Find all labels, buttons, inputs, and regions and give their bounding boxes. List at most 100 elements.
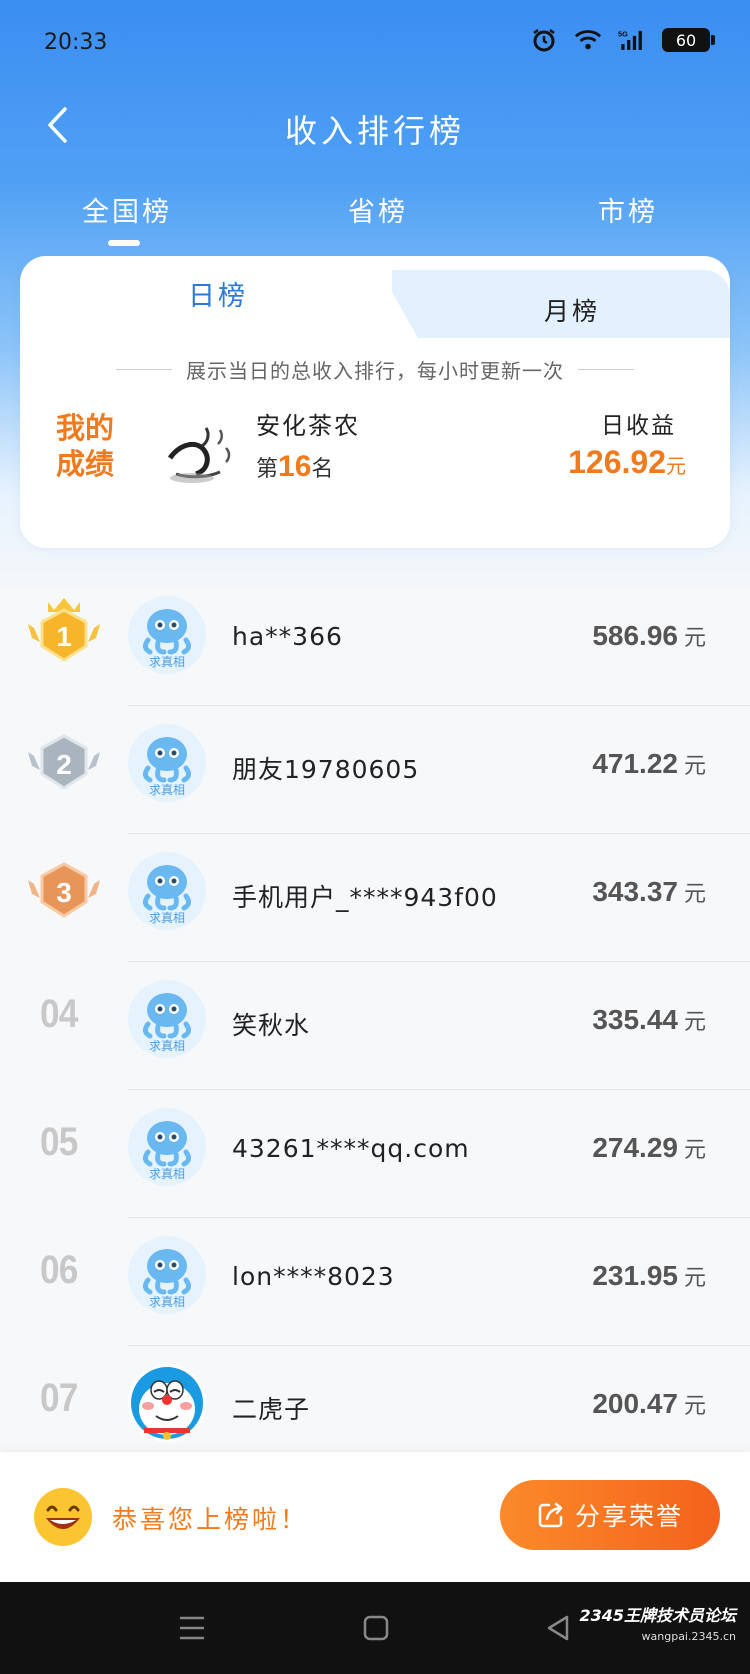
system-nav-bar: 2345王牌技术员论坛 wangpai.2345.cn xyxy=(0,1582,750,1674)
bronze-medal-icon: 3 xyxy=(24,850,104,930)
avatar-tag: 求真相 xyxy=(148,1039,185,1053)
currency-unit: 元 xyxy=(683,1394,706,1419)
my-income-currency: 元 xyxy=(666,454,686,478)
list-item[interactable]: 3 求真相 手机用户_****943f00 343.37 元 xyxy=(0,834,750,962)
amount-value: 231.95 xyxy=(592,1260,678,1291)
status-bar: 20:33 5G 60 xyxy=(0,0,750,86)
rank-prefix: 第 xyxy=(256,457,279,482)
user-name: ha**366 xyxy=(232,622,343,651)
divider xyxy=(116,368,172,370)
medal-rank: 1 xyxy=(56,621,72,652)
gold-medal-icon: 1 xyxy=(24,594,104,674)
income-amount: 471.22 元 xyxy=(592,748,706,780)
my-income: 126.92元 xyxy=(568,444,686,481)
user-name: 笑秋水 xyxy=(232,1011,311,1040)
my-income-label: 日收益 xyxy=(601,413,676,439)
income-amount: 343.37 元 xyxy=(592,876,706,908)
avatar[interactable]: 求真相 xyxy=(128,1236,206,1314)
tab-city[interactable]: 市榜 xyxy=(598,190,658,229)
alarm-icon xyxy=(530,26,558,54)
user-name: 朋友19780605 xyxy=(232,755,420,784)
watermark-url: wangpai.2345.cn xyxy=(641,1630,736,1643)
tab-daily-label: 日榜 xyxy=(188,281,248,312)
scope-tabs: 全国榜 省榜 市榜 xyxy=(0,180,750,250)
menu-icon[interactable] xyxy=(174,1610,210,1646)
user-name: 43261****qq.com xyxy=(232,1134,470,1163)
avatar-tag: 求真相 xyxy=(148,783,185,797)
list-item[interactable]: 06 求真相 lon****8023 231.95 元 xyxy=(0,1218,750,1346)
bottom-action-bar: 恭喜您上榜啦！ 分享荣誉 xyxy=(0,1452,750,1582)
amount-value: 471.22 xyxy=(592,748,678,779)
battery-icon: 60 xyxy=(662,28,715,52)
medal-rank: 2 xyxy=(56,749,72,780)
list-item[interactable]: 1 求真相 ha**366 586.96 元 xyxy=(0,578,750,706)
my-score-label-line1: 我的 xyxy=(56,411,115,445)
list-item[interactable]: 05 求真相 43261****qq.com 274.29 元 xyxy=(0,1090,750,1218)
my-name: 安化茶农 xyxy=(256,412,360,440)
income-amount: 335.44 元 xyxy=(592,1004,706,1036)
status-icons: 5G 60 xyxy=(530,26,715,54)
avatar[interactable]: 求真相 xyxy=(128,852,206,930)
list-item[interactable]: 04 求真相 笑秋水 335.44 元 xyxy=(0,962,750,1090)
avatar[interactable]: 求真相 xyxy=(128,980,206,1058)
avatar-tag: 求真相 xyxy=(148,655,185,669)
avatar-tag: 求真相 xyxy=(148,1295,185,1309)
user-name: 二虎子 xyxy=(232,1395,311,1424)
currency-unit: 元 xyxy=(683,754,706,779)
rank-number: 04 xyxy=(40,992,78,1036)
currency-unit: 元 xyxy=(683,1138,706,1163)
currency-unit: 元 xyxy=(683,1266,706,1291)
income-amount: 586.96 元 xyxy=(592,620,706,652)
nav-bar: 收入排行榜 xyxy=(0,90,750,166)
my-rank-number: 16 xyxy=(278,450,312,483)
currency-unit: 元 xyxy=(683,1010,706,1035)
medal-rank: 3 xyxy=(56,877,72,908)
my-score-label-line2: 成绩 xyxy=(56,447,115,481)
wifi-icon xyxy=(574,26,602,54)
tab-monthly[interactable]: 月榜 xyxy=(392,270,730,342)
amount-value: 343.37 xyxy=(592,876,678,907)
ranking-description: 展示当日的总收入排行，每小时更新一次 xyxy=(92,352,658,386)
income-amount: 231.95 元 xyxy=(592,1260,706,1292)
avatar-tag: 求真相 xyxy=(148,1167,185,1181)
avatar[interactable]: 求真相 xyxy=(128,596,206,674)
watermark-brand: 2345王牌技术员论坛 xyxy=(579,1606,736,1625)
my-avatar[interactable] xyxy=(162,418,242,490)
amount-value: 335.44 xyxy=(592,1004,678,1035)
amount-value: 200.47 xyxy=(592,1388,678,1419)
avatar[interactable]: 求真相 xyxy=(128,724,206,802)
user-name: 手机用户_****943f00 xyxy=(232,883,498,912)
my-score-card: 月榜 日榜 展示当日的总收入排行，每小时更新一次 我的 成绩 安化茶农 第16名… xyxy=(20,256,730,548)
home-icon[interactable] xyxy=(358,1610,394,1646)
tab-monthly-label: 月榜 xyxy=(544,297,601,326)
share-button[interactable]: 分享荣誉 xyxy=(500,1480,720,1550)
currency-unit: 元 xyxy=(683,626,706,651)
list-item[interactable]: 2 求真相 朋友19780605 471.22 元 xyxy=(0,706,750,834)
amount-value: 274.29 xyxy=(592,1132,678,1163)
page-title: 收入排行榜 xyxy=(284,112,465,150)
description-text: 展示当日的总收入排行，每小时更新一次 xyxy=(186,358,564,383)
rank-number: 07 xyxy=(40,1376,78,1420)
amount-value: 586.96 xyxy=(592,620,678,651)
tab-national[interactable]: 全国榜 xyxy=(82,190,172,229)
avatar[interactable]: 求真相 xyxy=(128,1108,206,1186)
avatar[interactable] xyxy=(128,1364,206,1442)
user-name: lon****8023 xyxy=(232,1262,395,1291)
rank-suffix: 名 xyxy=(311,457,334,482)
back-triangle-icon[interactable] xyxy=(540,1610,576,1646)
laughing-face-icon xyxy=(32,1486,94,1548)
tab-indicator xyxy=(108,240,140,246)
silver-medal-icon: 2 xyxy=(24,722,104,802)
share-button-label: 分享荣誉 xyxy=(574,1502,683,1531)
divider xyxy=(578,368,634,370)
my-rank: 第16名 xyxy=(256,450,333,484)
my-score-label: 我的 成绩 xyxy=(56,410,130,482)
tab-province[interactable]: 省榜 xyxy=(348,190,408,229)
ranking-list: 1 求真相 ha**366 586.96 元 2 求真相 朋友19780605 4… xyxy=(0,578,750,1474)
share-icon xyxy=(538,1502,563,1528)
income-amount: 200.47 元 xyxy=(592,1388,706,1420)
signal-icon: 5G xyxy=(618,26,646,54)
tab-daily[interactable]: 日榜 xyxy=(20,256,420,342)
status-time: 20:33 xyxy=(44,30,108,55)
avatar-tag: 求真相 xyxy=(148,911,185,925)
